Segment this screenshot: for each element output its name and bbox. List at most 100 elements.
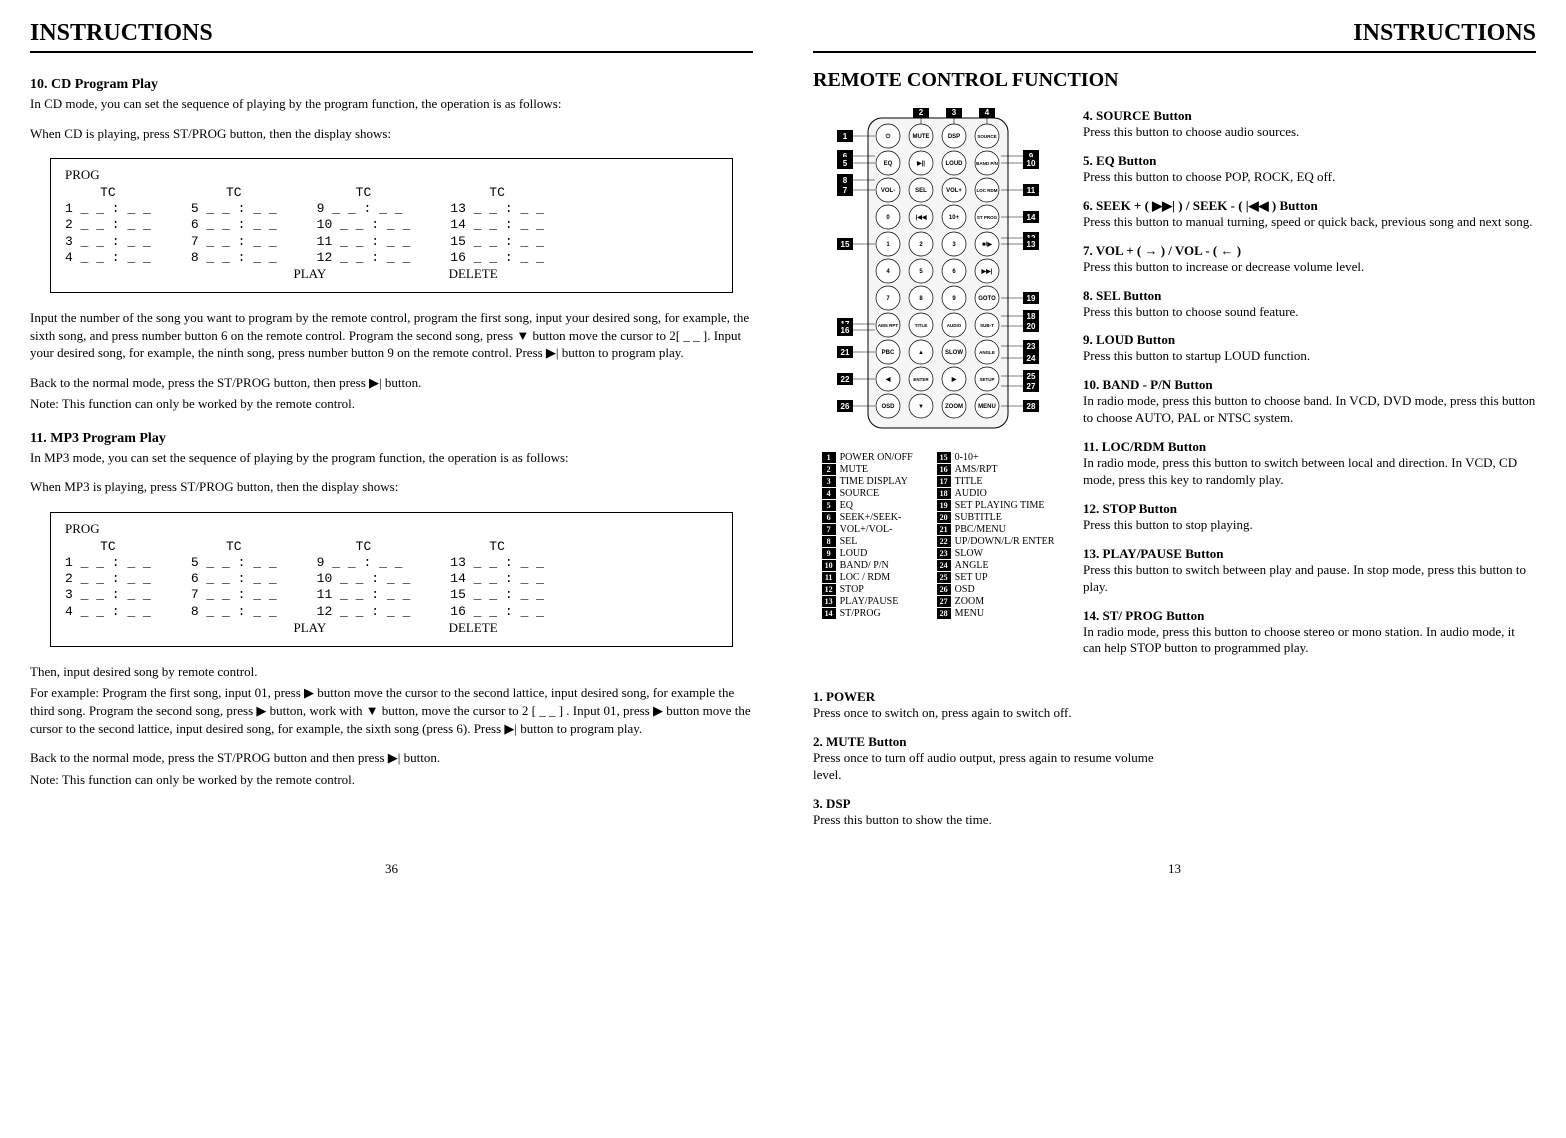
legend-num: 15 — [937, 452, 951, 463]
prog-footer-mp3: PLAY DELETE — [65, 620, 718, 636]
remote-button-label: |◀◀ — [916, 214, 927, 221]
prog-row: 8 _ _ : _ _ — [191, 250, 277, 266]
prog-row: 5 _ _ : _ _ — [191, 201, 277, 217]
legend-item: 9LOUD — [822, 548, 913, 559]
legend-item: 24ANGLE — [937, 560, 1055, 571]
legend-text: OSD — [955, 584, 975, 595]
remote-button-label: DSP — [948, 134, 960, 140]
legend-num: 7 — [822, 524, 836, 535]
callout-num: 13 — [1027, 240, 1036, 249]
desc-text: In radio mode, press this button to choo… — [1083, 393, 1536, 427]
prog-row: 7 _ _ : _ _ — [191, 234, 277, 250]
legend-text: AUDIO — [955, 488, 987, 499]
desc-item: 2. MUTE ButtonPress once to turn off aud… — [813, 734, 1160, 784]
legend-num: 23 — [937, 548, 951, 559]
prog-row: 15 _ _ : _ _ — [450, 234, 544, 250]
tc-label: TC — [450, 539, 544, 554]
delete-label: DELETE — [392, 266, 555, 282]
callout-num: 22 — [841, 375, 850, 384]
legend-item: 28 MENU — [937, 608, 1055, 619]
legend: 1POWER ON/OFF2MUTE3TIME DISPLAY4SOURCE5E… — [822, 452, 1055, 619]
remote-button-label: ▶|| — [916, 160, 925, 167]
remote-button-label: BAND P/N — [976, 161, 998, 166]
desc-text: Press this button to choose sound featur… — [1083, 304, 1536, 321]
prog-row: 6 _ _ : _ _ — [191, 217, 277, 233]
legend-text: AMS/RPT — [955, 464, 998, 475]
remote-button-label: VOL+ — [946, 188, 962, 194]
desc-title: 10. BAND - P/N Button — [1083, 377, 1536, 393]
prog-row: 3 _ _ : _ _ — [65, 234, 151, 250]
desc-item: 7. VOL + ( → ) / VOL - ( ← )Press this b… — [1083, 243, 1536, 276]
legend-num: 12 — [822, 584, 836, 595]
desc-title: 2. MUTE Button — [813, 734, 1160, 750]
remote-desc-right: 4. SOURCE ButtonPress this button to cho… — [1083, 108, 1536, 669]
prog-row: 16 _ _ : _ _ — [450, 250, 544, 266]
prog-footer-cd: PLAY DELETE — [65, 266, 718, 282]
prog-row: 3 _ _ : _ _ — [65, 587, 151, 603]
desc-item: 6. SEEK + ( ▶▶| ) / SEEK - ( |◀◀ ) Butto… — [1083, 198, 1536, 231]
legend-item: 27ZOOM — [937, 596, 1055, 607]
remote-button-label: ⏻ — [886, 133, 891, 140]
prog-row: 12 _ _ : _ _ — [317, 250, 411, 266]
remote-button-label: ▶ — [951, 376, 957, 383]
legend-item: 10BAND/ P/N — [822, 560, 913, 571]
legend-text: SOURCE — [840, 488, 879, 499]
legend-item: 23SLOW — [937, 548, 1055, 559]
callout-num: 18 — [1027, 312, 1036, 321]
prog-row: 13 _ _ : _ _ — [450, 555, 544, 571]
legend-item: 14ST/PROG — [822, 608, 913, 619]
tc-label: TC — [191, 539, 277, 554]
left-page-num: 36 — [30, 841, 753, 877]
callout-num: 3 — [952, 108, 957, 117]
legend-item: 13PLAY/PAUSE — [822, 596, 913, 607]
desc-item: 10. BAND - P/N ButtonIn radio mode, pres… — [1083, 377, 1536, 427]
legend-col1: 1POWER ON/OFF2MUTE3TIME DISPLAY4SOURCE5E… — [822, 452, 913, 619]
remote-button-label: LOC RDM — [977, 188, 998, 193]
s11-p5: Back to the normal mode, press the ST/PR… — [30, 749, 753, 767]
legend-col2: 150-10+16AMS/RPT17TITLE18AUDIO19SET PLAY… — [937, 452, 1055, 619]
s11-p4: For example: Program the first song, inp… — [30, 684, 753, 737]
callout-num: 27 — [1027, 382, 1036, 391]
legend-text: TITLE — [955, 476, 983, 487]
legend-num: 14 — [822, 608, 836, 619]
legend-text: ANGLE — [955, 560, 989, 571]
desc-title: 7. VOL + ( → ) / VOL - ( ← ) — [1083, 243, 1536, 259]
right-header: INSTRUCTIONS — [813, 20, 1536, 53]
legend-text: UP/DOWN/L/R ENTER — [955, 536, 1055, 547]
legend-item: 6SEEK+/SEEK- — [822, 512, 913, 523]
legend-item: 5EQ — [822, 500, 913, 511]
remote-button-label: LOUD — [946, 161, 964, 167]
desc-text: In radio mode, press this button to swit… — [1083, 455, 1536, 489]
delete-label-2: DELETE — [392, 620, 555, 636]
legend-text: 0-10+ — [955, 452, 979, 463]
legend-item: 26 OSD — [937, 584, 1055, 595]
legend-item: 25SET UP — [937, 572, 1055, 583]
legend-text: PLAY/PAUSE — [840, 596, 899, 607]
s11-p3: Then, input desired song by remote contr… — [30, 663, 753, 681]
prog-row: 10 _ _ : _ _ — [317, 217, 411, 233]
callout-num: 25 — [1027, 372, 1036, 381]
legend-item: 17TITLE — [937, 476, 1055, 487]
legend-num: 19 — [937, 500, 951, 511]
remote-svg: ⏻MUTEDSPSOURCEEQ▶||LOUDBAND P/NVOL-SELVO… — [813, 108, 1063, 438]
tc-label: TC — [317, 185, 411, 200]
prog-row: 11 _ _ : _ _ — [317, 587, 411, 603]
legend-item: 11LOC / RDM — [822, 572, 913, 583]
legend-text: MUTE — [840, 464, 868, 475]
prog-col: TC9 _ _ : _ _10 _ _ : _ _11 _ _ : _ _12 … — [317, 539, 411, 620]
prog-col: TC1 _ _ : _ _2 _ _ : _ _3 _ _ : _ _4 _ _… — [65, 539, 151, 620]
remote-button-label: OSD — [881, 404, 895, 410]
desc-bottom: 1. POWERPress once to switch on, press a… — [813, 689, 1536, 841]
legend-num: 26 — [937, 584, 951, 595]
legend-item: 8SEL — [822, 536, 913, 547]
desc-item: 4. SOURCE ButtonPress this button to cho… — [1083, 108, 1536, 141]
legend-num: 20 — [937, 512, 951, 523]
prog-col: TC13 _ _ : _ _14 _ _ : _ _15 _ _ : _ _16… — [450, 185, 544, 266]
desc-item: 8. SEL ButtonPress this button to choose… — [1083, 288, 1536, 321]
desc-text: Press this button to switch between play… — [1083, 562, 1536, 596]
legend-num: 16 — [937, 464, 951, 475]
s10-p5: Note: This function can only be worked b… — [30, 395, 753, 413]
prog-col: TC5 _ _ : _ _6 _ _ : _ _7 _ _ : _ _8 _ _… — [191, 185, 277, 266]
prog-row: 12 _ _ : _ _ — [317, 604, 411, 620]
callout-num: 15 — [841, 240, 850, 249]
